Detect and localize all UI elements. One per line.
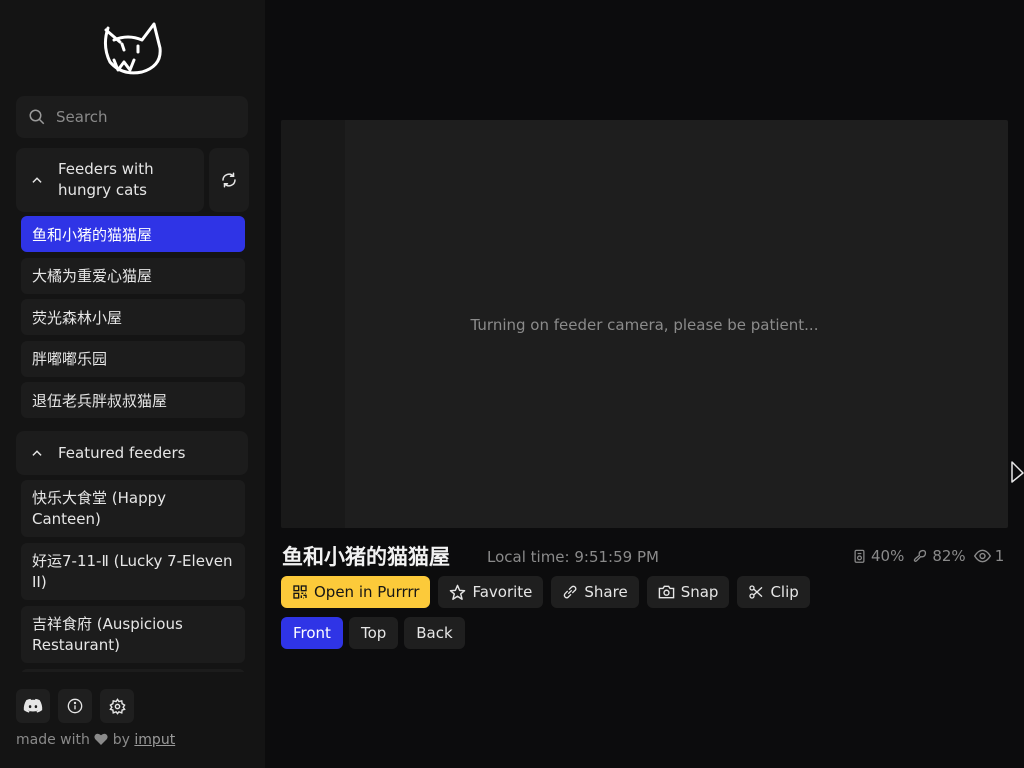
list-item[interactable]: 鱼和小猪的猫猫屋 — [21, 216, 245, 252]
search-placeholder: Search — [56, 108, 108, 126]
section-title: Featured feeders — [58, 443, 186, 462]
local-time: Local time: 9:51:59 PM — [487, 548, 659, 566]
hungry-feeders-list: 鱼和小猪的猫猫屋 大橘为重爱心猫屋 荧光森林小屋 胖嘟嘟乐园 退伍老兵胖叔叔猫屋 — [21, 216, 245, 424]
qr-code-icon — [293, 585, 307, 599]
clip-button[interactable]: Clip — [737, 576, 810, 608]
search-input[interactable]: Search — [16, 96, 248, 138]
feeder-actions: Open in Purrrr Favorite Share Snap Clip — [281, 576, 810, 608]
feeder-camera-view[interactable]: Turning on feeder camera, please be pati… — [281, 120, 1008, 528]
food-bag-icon — [854, 549, 865, 563]
hungry-feeders-toggle[interactable]: Feeders with hungry cats — [16, 148, 204, 212]
favorite-button[interactable]: Favorite — [438, 576, 544, 608]
tab-back[interactable]: Back — [404, 617, 465, 649]
link-icon — [564, 585, 577, 599]
feeder-title: 鱼和小猪的猫猫屋 — [282, 545, 450, 569]
list-item[interactable]: 退伍老兵胖叔叔猫屋 — [21, 382, 245, 418]
chevron-up-icon — [32, 450, 42, 456]
battery-level: 82% — [912, 547, 966, 565]
open-in-purrrr-button[interactable]: Open in Purrrr — [281, 576, 431, 608]
mouse-cursor-icon — [1011, 461, 1024, 483]
featured-feeders-toggle[interactable]: Featured feeders — [16, 431, 248, 475]
info-button[interactable] — [58, 689, 92, 723]
chevron-up-icon — [32, 177, 42, 183]
featured-feeders-list[interactable]: 快乐大食堂 (Happy Canteen) 好运7-11-Ⅱ (Lucky 7-… — [21, 480, 245, 672]
drumstick-icon — [914, 549, 927, 562]
camera-status-message: Turning on feeder camera, please be pati… — [470, 316, 819, 334]
list-item[interactable]: 荧光森林小屋 — [21, 299, 245, 335]
search-icon — [29, 109, 45, 125]
list-item[interactable]: 大橘为重爱心猫屋 — [21, 257, 245, 294]
discord-button[interactable] — [16, 689, 50, 723]
scissors-icon — [749, 585, 763, 599]
share-button[interactable]: Share — [551, 576, 639, 608]
discord-icon — [23, 698, 43, 713]
info-icon — [67, 698, 83, 714]
refresh-button[interactable] — [209, 148, 249, 212]
cat-logo-icon[interactable] — [98, 16, 168, 80]
sidebar: Search Feeders with hungry cats 鱼和小猪的猫猫屋… — [0, 0, 265, 768]
footer-icons — [16, 689, 134, 723]
list-item[interactable]: 吉祥食府 (Auspicious Restaurant) — [21, 606, 245, 663]
food-level: 40% — [852, 547, 904, 565]
star-icon — [450, 584, 466, 600]
heart-icon — [94, 733, 108, 745]
list-item[interactable]: 胖嘟嘟乐园 — [21, 340, 245, 377]
eye-icon — [973, 549, 991, 563]
refresh-icon — [222, 172, 236, 188]
settings-button[interactable] — [100, 689, 134, 723]
settings-icon — [108, 697, 126, 715]
snap-button[interactable]: Snap — [646, 576, 730, 608]
list-item[interactable]: 快乐大食堂 (Happy Canteen) — [21, 480, 245, 537]
list-item[interactable] — [21, 669, 245, 672]
camera-icon — [658, 585, 674, 599]
camera-view-selector: Front Top Back — [281, 617, 465, 649]
author-link[interactable]: imput — [134, 732, 175, 748]
tab-front[interactable]: Front — [281, 617, 343, 649]
viewer-count: 1 — [973, 547, 1004, 565]
list-item[interactable]: 好运7-11-Ⅱ (Lucky 7-Eleven II) — [21, 543, 245, 600]
section-title: Feeders with hungry cats — [58, 160, 154, 199]
made-with-credit: made with by imput — [16, 732, 176, 748]
tab-top[interactable]: Top — [348, 617, 399, 649]
feeder-stats: 40% 82% 1 — [852, 547, 1012, 565]
